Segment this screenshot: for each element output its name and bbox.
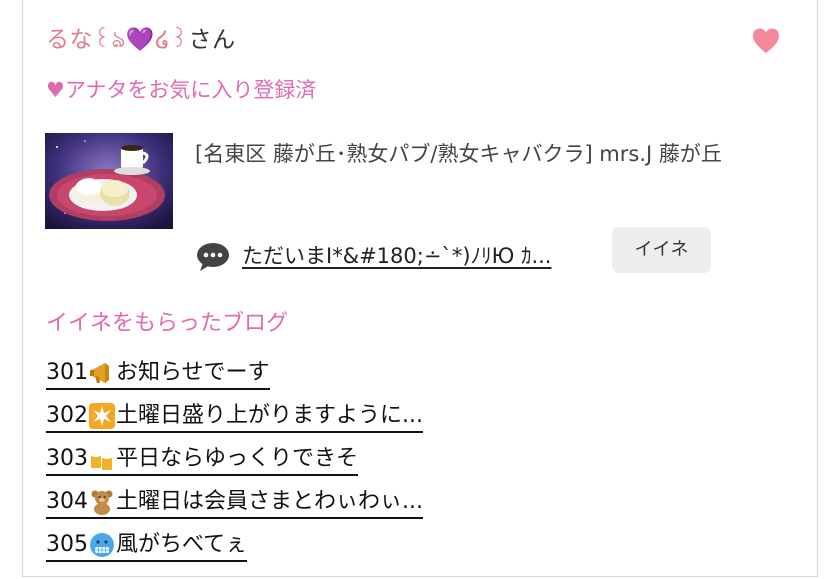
user-name-suffix: さん [188,27,236,53]
blog-link-304[interactable]: 304 土曜日は会員さまとわぃわぃ... [46,487,423,519]
list-item: 302 土曜日盛り上がりますように... [46,395,423,438]
user-name[interactable]: るな꒰ঌ💜໒꒱さん [46,25,236,55]
teddy-bear-icon [89,489,115,515]
blog-number: 303 [46,445,88,471]
sparkle-icon [89,402,115,429]
blog-number: 305 [46,531,88,557]
list-item: 301 お知らせでーす [46,352,423,395]
blog-number: 302 [46,402,88,428]
favorite-status: ♥アナタをお気に入り登録済 [46,78,317,102]
blog-link-303[interactable]: 303 平日ならゆっくりできそ [46,444,359,476]
blog-link-302[interactable]: 302 土曜日盛り上がりますように... [46,401,423,433]
list-item: 305 風がちべてぇ [46,524,423,567]
favorite-heart-icon[interactable] [751,26,781,56]
liked-blog-list: 301 お知らせでーす 302 土曜日盛り上がりますように... 303 平日な… [46,352,423,567]
blog-title: お知らせでーす [116,359,270,385]
iine-button[interactable]: イイネ [612,227,711,273]
list-item: 303 平日ならゆっくりできそ [46,438,423,481]
blog-link-305[interactable]: 305 風がちべてぇ [46,530,248,562]
blog-link-301[interactable]: 301 お知らせでーす [46,358,270,390]
beer-mugs-icon [89,446,115,472]
blog-title: 風がちべてぇ [116,531,248,557]
blog-number: 301 [46,359,88,385]
megaphone-icon [89,360,115,386]
user-name-text[interactable]: るな꒰ঌ💜໒꒱ [46,27,189,53]
blog-number: 304 [46,488,88,514]
blog-title: 土曜日は会員さまとわぃわぃ... [116,488,423,514]
shop-name: [名東区 藤が丘･熟女パブ/熟女キャバクラ] mrs.J 藤が丘 [195,142,722,166]
liked-blogs-heading: イイネをもらったブログ [46,311,289,336]
list-item: 304 土曜日は会員さまとわぃわぃ... [46,481,423,524]
cold-face-icon [89,532,115,558]
comment-bubble-icon [196,242,230,272]
post-thumbnail[interactable] [45,133,173,229]
blog-title: 土曜日盛り上がりますように... [116,402,423,428]
blog-title: 平日ならゆっくりできそ [116,445,359,471]
post-title-link[interactable]: ただいまI*&#180;∸`*)ﾉﾘЮ ｶ... [242,238,551,274]
